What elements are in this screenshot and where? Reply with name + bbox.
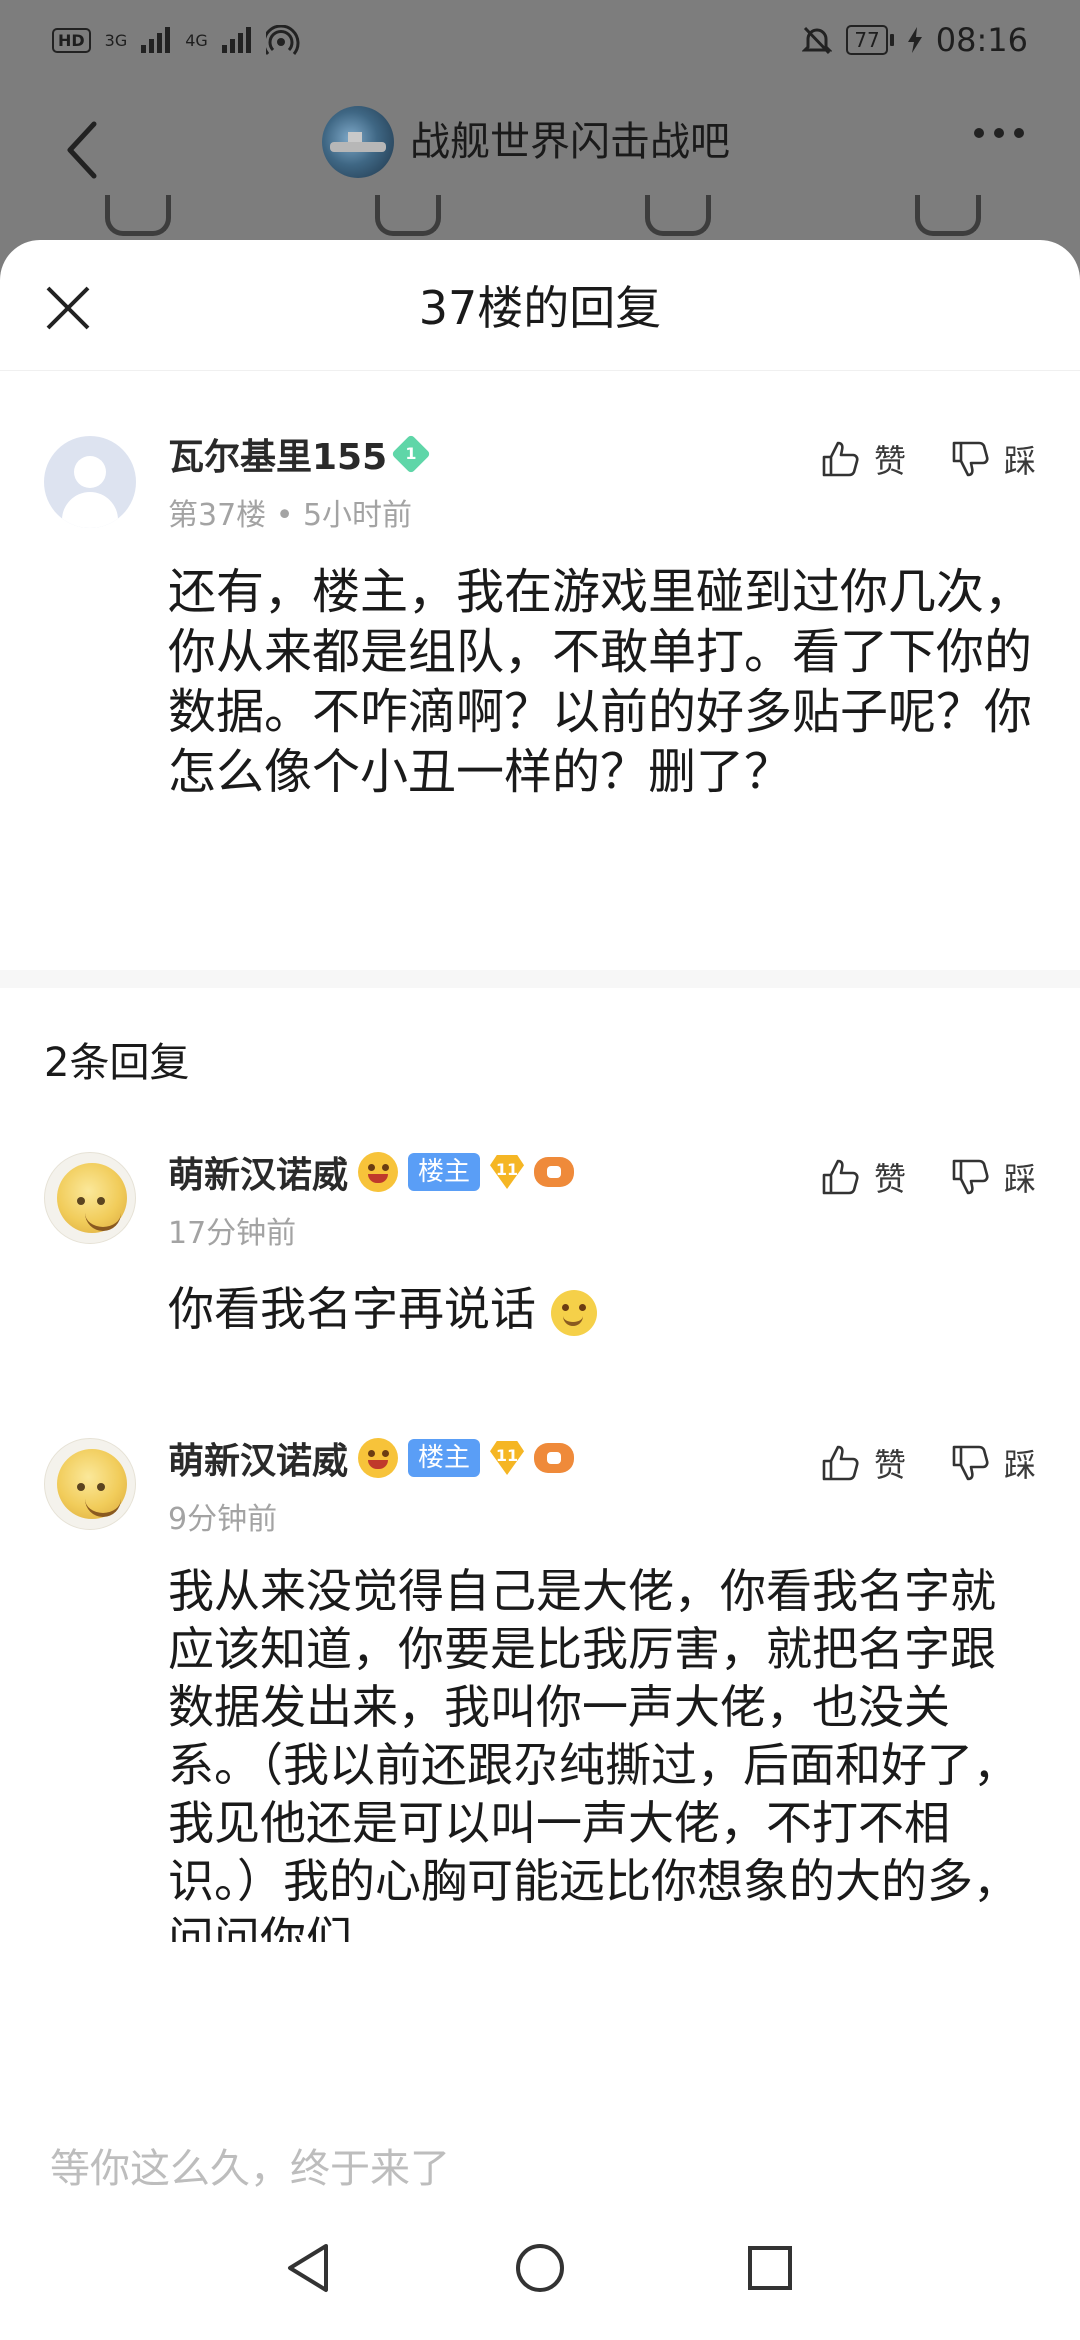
forum-avatar[interactable]	[322, 106, 394, 178]
clock: 08:16	[935, 21, 1028, 59]
thumbs-up-icon	[822, 1159, 859, 1195]
dot-separator: •	[275, 498, 303, 533]
main-post-actions: 赞 踩	[820, 436, 1036, 482]
more-button[interactable]	[974, 128, 1024, 138]
hotspot-icon	[265, 25, 300, 55]
thumbs-down-icon	[952, 1445, 989, 1481]
level-badge-icon: 1	[391, 434, 431, 474]
reply-input-placeholder[interactable]: 等你这么久，终于来了	[50, 2136, 450, 2194]
nav-home-button[interactable]	[512, 2240, 568, 2296]
tongue-emoji-icon	[358, 1152, 399, 1192]
reply-username[interactable]: 萌新汉诺威 楼主 11	[168, 1146, 575, 1198]
main-post-username[interactable]: 瓦尔基里155 1	[168, 428, 431, 480]
charging-icon	[907, 27, 922, 53]
battery-level: 77	[846, 25, 888, 55]
sheet-header: 37楼的回复	[0, 240, 1080, 371]
like-button[interactable]: 赞	[820, 1440, 906, 1486]
reply-actions: 赞 踩	[820, 1440, 1036, 1486]
dislike-label: 踩	[1003, 442, 1036, 480]
dislike-label: 踩	[1003, 1160, 1036, 1198]
username-text[interactable]: 萌新汉诺威	[168, 1432, 348, 1484]
signal-icon-2	[221, 27, 252, 53]
triangle-back-icon	[288, 2244, 328, 2292]
dislike-label: 踩	[1003, 1446, 1036, 1484]
square-recents-icon	[748, 2246, 792, 2290]
avatar[interactable]	[44, 436, 136, 528]
net2-label: 4G	[185, 30, 208, 50]
mute-icon	[802, 25, 833, 55]
dislike-button[interactable]: 踩	[950, 1440, 1036, 1486]
forum-title[interactable]: 战舰世界闪击战吧	[410, 112, 730, 172]
thumbs-down-icon	[952, 1159, 989, 1195]
level-badge-icon: 11	[490, 1155, 525, 1189]
like-button[interactable]: 赞	[820, 1154, 906, 1200]
thumbs-up-icon	[822, 441, 859, 477]
post-time: 5小时前	[302, 498, 413, 533]
owner-tag: 楼主	[408, 1153, 481, 1191]
main-post-meta: 第37楼 • 5小时前	[168, 490, 412, 534]
smile-emoji-icon	[550, 1289, 597, 1336]
owner-tag: 楼主	[408, 1439, 481, 1477]
like-button[interactable]: 赞	[820, 436, 906, 482]
reply-actions: 赞 踩	[820, 1154, 1036, 1200]
dislike-button[interactable]: 踩	[950, 1154, 1036, 1200]
avatar[interactable]	[44, 1438, 136, 1530]
status-bar: HD 3G 4G 77 08:16	[0, 0, 1080, 80]
reply-content: 我从来没觉得自己是大佬，你看我名字就应该知道，你要是比我厉害，就把名字跟数据发出…	[168, 1564, 1019, 1942]
username-text[interactable]: 瓦尔基里155	[168, 428, 387, 480]
net1-label: 3G	[104, 30, 128, 50]
reply-time: 9分钟前	[168, 1502, 278, 1537]
reply-text: 你看我名字再说话	[168, 1282, 536, 1336]
section-divider	[0, 970, 1080, 988]
signal-icon	[141, 27, 171, 53]
like-label: 赞	[873, 442, 906, 480]
back-button[interactable]	[60, 110, 110, 190]
battery-icon: 77	[846, 25, 894, 55]
dislike-button[interactable]: 踩	[950, 436, 1036, 482]
chevron-left-icon	[67, 121, 97, 179]
like-label: 赞	[873, 1160, 906, 1198]
system-nav-bar	[0, 2200, 1080, 2340]
reply-time: 17分钟前	[168, 1216, 297, 1251]
tongue-emoji-icon	[358, 1438, 399, 1478]
replies-count: 2条回复	[44, 1040, 190, 1086]
dimmed-toolbar-icons	[0, 195, 1080, 240]
like-label: 赞	[873, 1446, 906, 1484]
level-badge-icon: 11	[490, 1441, 525, 1475]
game-badge-icon	[534, 1443, 575, 1473]
main-post-content: 还有，楼主，我在游戏里碰到过你几次，你从来都是组队，不敢单打。看了下你的数据。不…	[168, 564, 1033, 800]
hd-icon: HD	[52, 27, 91, 53]
nav-recents-button[interactable]	[742, 2240, 798, 2296]
thumbs-down-icon	[952, 441, 989, 477]
thumbs-up-icon	[822, 1445, 859, 1481]
circle-home-icon	[516, 2244, 564, 2292]
reply-username[interactable]: 萌新汉诺威 楼主 11	[168, 1432, 575, 1484]
sheet-title: 37楼的回复	[418, 281, 662, 335]
status-right: 77 08:16	[802, 21, 1028, 59]
status-left: HD 3G 4G	[52, 25, 300, 55]
reply-sheet: 37楼的回复 瓦尔基里155 1 第37楼 • 5小时前 赞 踩 还有，楼主，我…	[0, 240, 1080, 2340]
floor-label: 第37楼	[168, 498, 267, 533]
username-text[interactable]: 萌新汉诺威	[168, 1146, 348, 1198]
avatar[interactable]	[44, 1152, 136, 1244]
nav-back-button[interactable]	[280, 2240, 336, 2296]
reply-content: 你看我名字再说话	[168, 1280, 1038, 1338]
game-badge-icon	[534, 1157, 575, 1187]
